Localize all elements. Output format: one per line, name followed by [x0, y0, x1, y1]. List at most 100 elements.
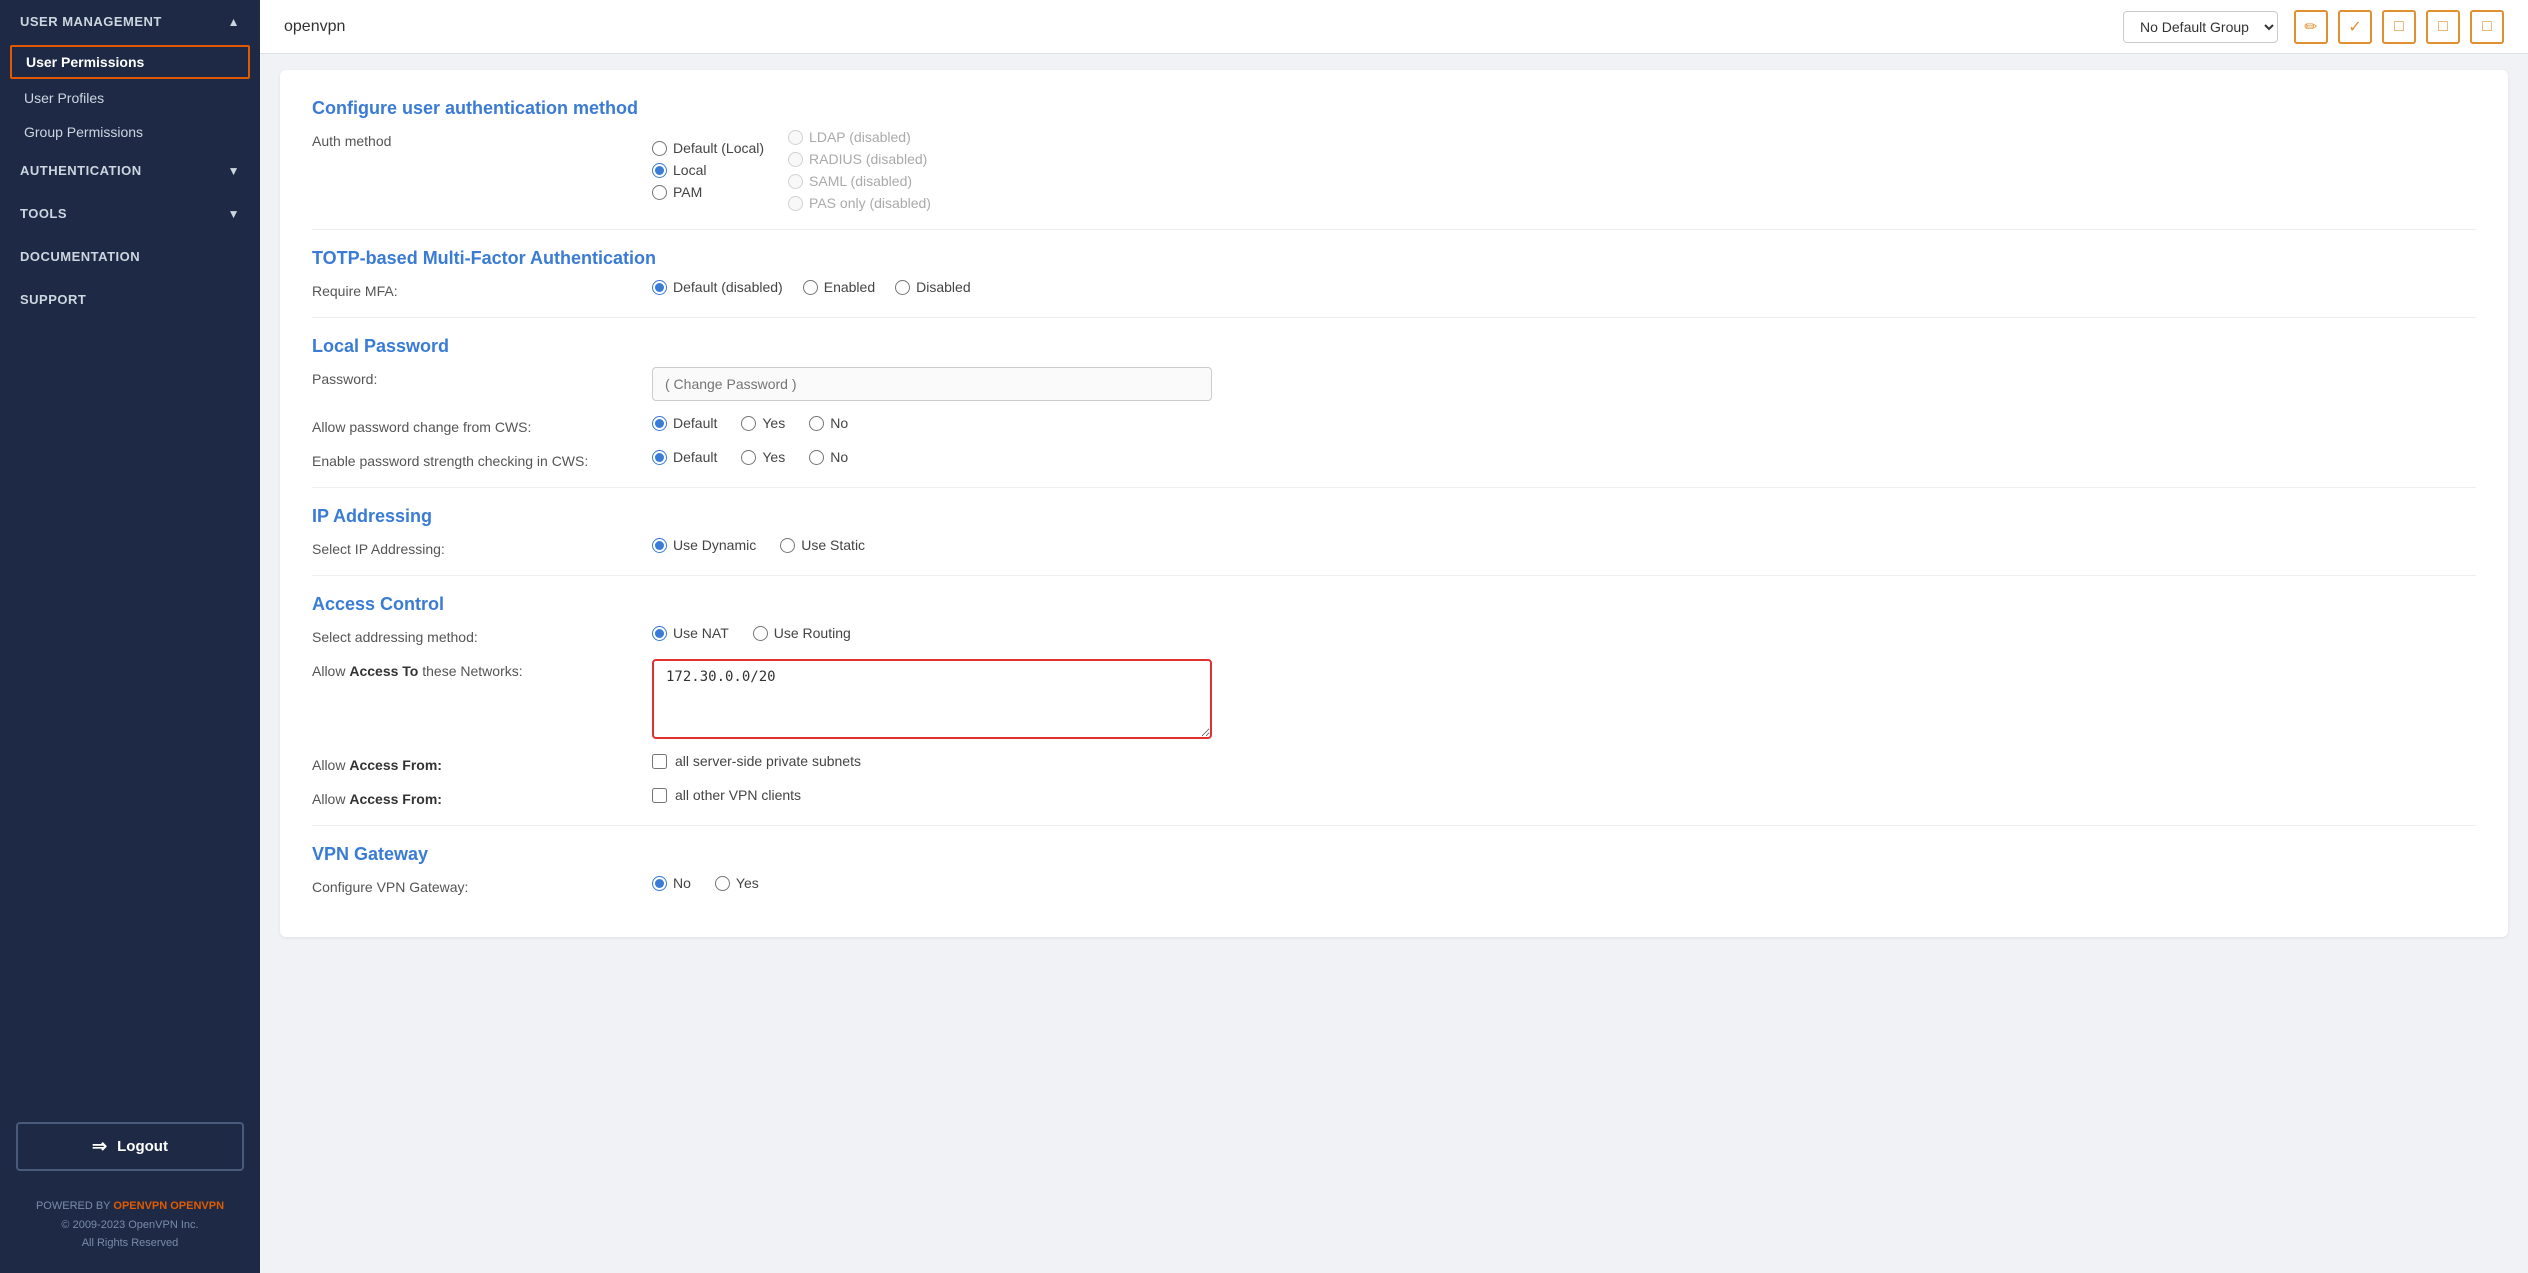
sidebar-section-support-label: SUPPORT: [20, 292, 86, 307]
password-input[interactable]: [652, 367, 1212, 401]
radio-strength-default[interactable]: Default: [652, 449, 717, 465]
access-control-title: Access Control: [312, 594, 2476, 615]
ip-addressing-row: Select IP Addressing: Use Dynamic Use St…: [312, 537, 2476, 557]
addressing-method-label: Select addressing method:: [312, 625, 652, 645]
sidebar-section-documentation[interactable]: DOCUMENTATION: [0, 235, 260, 278]
radio-use-routing[interactable]: Use Routing: [753, 625, 851, 641]
local-password-title: Local Password: [312, 336, 2476, 357]
radio-use-nat[interactable]: Use NAT: [652, 625, 729, 641]
radio-mfa-enabled[interactable]: Enabled: [803, 279, 875, 295]
checkbox-server-subnets[interactable]: all server-side private subnets: [652, 753, 861, 769]
radio-change-no[interactable]: No: [809, 415, 848, 431]
radio-strength-no[interactable]: No: [809, 449, 848, 465]
sidebar-section-authentication-label: AUTHENTICATION: [20, 163, 142, 178]
auth-right-col: LDAP (disabled) RADIUS (disabled) SAML (…: [788, 129, 931, 211]
topbar-username: openvpn: [284, 18, 345, 36]
ip-addressing-title: IP Addressing: [312, 506, 2476, 527]
sidebar-section-documentation-label: DOCUMENTATION: [20, 249, 140, 264]
sidebar: USER MANAGEMENT ▲ User Permissions User …: [0, 0, 260, 1273]
sidebar-item-user-permissions[interactable]: User Permissions: [10, 45, 250, 79]
allow-change-row: Allow password change from CWS: Default …: [312, 415, 2476, 435]
radio-gw-no[interactable]: No: [652, 875, 691, 891]
addressing-method-row: Select addressing method: Use NAT Use Ro…: [312, 625, 2476, 645]
radio-gw-yes[interactable]: Yes: [715, 875, 759, 891]
radio-use-static[interactable]: Use Static: [780, 537, 865, 553]
access-to-controls: [652, 659, 2476, 739]
chevron-down-icon: ▼: [228, 207, 240, 221]
access-from-label2: Allow Access From:: [312, 787, 652, 807]
radio-pam[interactable]: PAM: [652, 184, 764, 200]
square2-icon-btn[interactable]: □: [2426, 10, 2460, 44]
radio-mfa-default[interactable]: Default (disabled): [652, 279, 783, 295]
access-from-controls1: all server-side private subnets: [652, 753, 2476, 769]
group-select[interactable]: No Default Group: [2123, 11, 2278, 43]
vpn-gateway-section: VPN Gateway Configure VPN Gateway: No Ye…: [312, 844, 2476, 895]
main-card: Configure user authentication method Aut…: [280, 70, 2508, 937]
auth-method-controls: Default (Local) Local PAM: [652, 129, 2476, 211]
mfa-section: TOTP-based Multi-Factor Authentication R…: [312, 248, 2476, 299]
allow-change-label: Allow password change from CWS:: [312, 415, 652, 435]
ip-addressing-label: Select IP Addressing:: [312, 537, 652, 557]
logout-icon: ⇒: [92, 1136, 107, 1157]
strength-label: Enable password strength checking in CWS…: [312, 449, 652, 469]
sidebar-section-support[interactable]: SUPPORT: [0, 278, 260, 321]
sidebar-section-user-management[interactable]: USER MANAGEMENT ▲: [0, 0, 260, 43]
sidebar-section-authentication[interactable]: AUTHENTICATION ▼: [0, 149, 260, 192]
check-icon-btn[interactable]: ✓: [2338, 10, 2372, 44]
radio-strength-yes[interactable]: Yes: [741, 449, 785, 465]
checkbox-vpn-clients[interactable]: all other VPN clients: [652, 787, 801, 803]
main-content: openvpn No Default Group ✏ ✓ □ □ □ Confi…: [260, 0, 2528, 1273]
edit-icon-btn[interactable]: ✏: [2294, 10, 2328, 44]
auth-method-label: Auth method: [312, 129, 652, 149]
content-area: Configure user authentication method Aut…: [260, 54, 2528, 1273]
radio-pas[interactable]: PAS only (disabled): [788, 195, 931, 211]
access-to-row: Allow Access To these Networks:: [312, 659, 2476, 739]
auth-left-col: Default (Local) Local PAM: [652, 140, 764, 200]
allow-change-controls: Default Yes No: [652, 415, 2476, 431]
access-to-label: Allow Access To these Networks:: [312, 659, 652, 679]
logout-label: Logout: [117, 1138, 168, 1155]
sidebar-section-user-management-label: USER MANAGEMENT: [20, 14, 162, 29]
sidebar-item-group-permissions[interactable]: Group Permissions: [0, 115, 260, 149]
radio-default-local[interactable]: Default (Local): [652, 140, 764, 156]
password-row: Password:: [312, 367, 2476, 401]
password-label: Password:: [312, 367, 652, 387]
topbar: openvpn No Default Group ✏ ✓ □ □ □: [260, 0, 2528, 54]
auth-method-section: Configure user authentication method Aut…: [312, 98, 2476, 211]
radio-local[interactable]: Local: [652, 162, 764, 178]
access-from-row2: Allow Access From: all other VPN clients: [312, 787, 2476, 807]
topbar-icons: ✏ ✓ □ □ □: [2294, 10, 2504, 44]
radio-use-dynamic[interactable]: Use Dynamic: [652, 537, 756, 553]
logout-button[interactable]: ⇒ Logout: [16, 1122, 244, 1171]
radio-saml[interactable]: SAML (disabled): [788, 173, 931, 189]
radio-change-default[interactable]: Default: [652, 415, 717, 431]
sidebar-section-tools-label: TOOLS: [20, 206, 67, 221]
chevron-up-icon: ▲: [228, 15, 240, 29]
vpn-gateway-label: Configure VPN Gateway:: [312, 875, 652, 895]
access-from-label1: Allow Access From:: [312, 753, 652, 773]
square1-icon-btn[interactable]: □: [2382, 10, 2416, 44]
square3-icon-btn[interactable]: □: [2470, 10, 2504, 44]
password-controls: [652, 367, 2476, 401]
sidebar-section-tools[interactable]: TOOLS ▼: [0, 192, 260, 235]
access-from-row1: Allow Access From: all server-side priva…: [312, 753, 2476, 773]
powered-by-footer: POWERED BY OPENVPN OPENVPN © 2009-2023 O…: [0, 1187, 260, 1273]
ip-addressing-section: IP Addressing Select IP Addressing: Use …: [312, 506, 2476, 557]
access-to-input[interactable]: [652, 659, 1212, 739]
radio-radius[interactable]: RADIUS (disabled): [788, 151, 931, 167]
access-from-controls2: all other VPN clients: [652, 787, 2476, 803]
radio-mfa-disabled[interactable]: Disabled: [895, 279, 970, 295]
sidebar-item-user-profiles[interactable]: User Profiles: [0, 81, 260, 115]
radio-change-yes[interactable]: Yes: [741, 415, 785, 431]
access-control-section: Access Control Select addressing method:…: [312, 594, 2476, 807]
strength-row: Enable password strength checking in CWS…: [312, 449, 2476, 469]
strength-controls: Default Yes No: [652, 449, 2476, 465]
vpn-gateway-row: Configure VPN Gateway: No Yes: [312, 875, 2476, 895]
mfa-controls: Default (disabled) Enabled Disabled: [652, 279, 2476, 295]
mfa-title: TOTP-based Multi-Factor Authentication: [312, 248, 2476, 269]
auth-method-title: Configure user authentication method: [312, 98, 2476, 119]
vpn-gateway-controls: No Yes: [652, 875, 2476, 891]
auth-method-row: Auth method Default (Local) Local: [312, 129, 2476, 211]
radio-ldap[interactable]: LDAP (disabled): [788, 129, 931, 145]
local-password-section: Local Password Password: Allow password …: [312, 336, 2476, 469]
